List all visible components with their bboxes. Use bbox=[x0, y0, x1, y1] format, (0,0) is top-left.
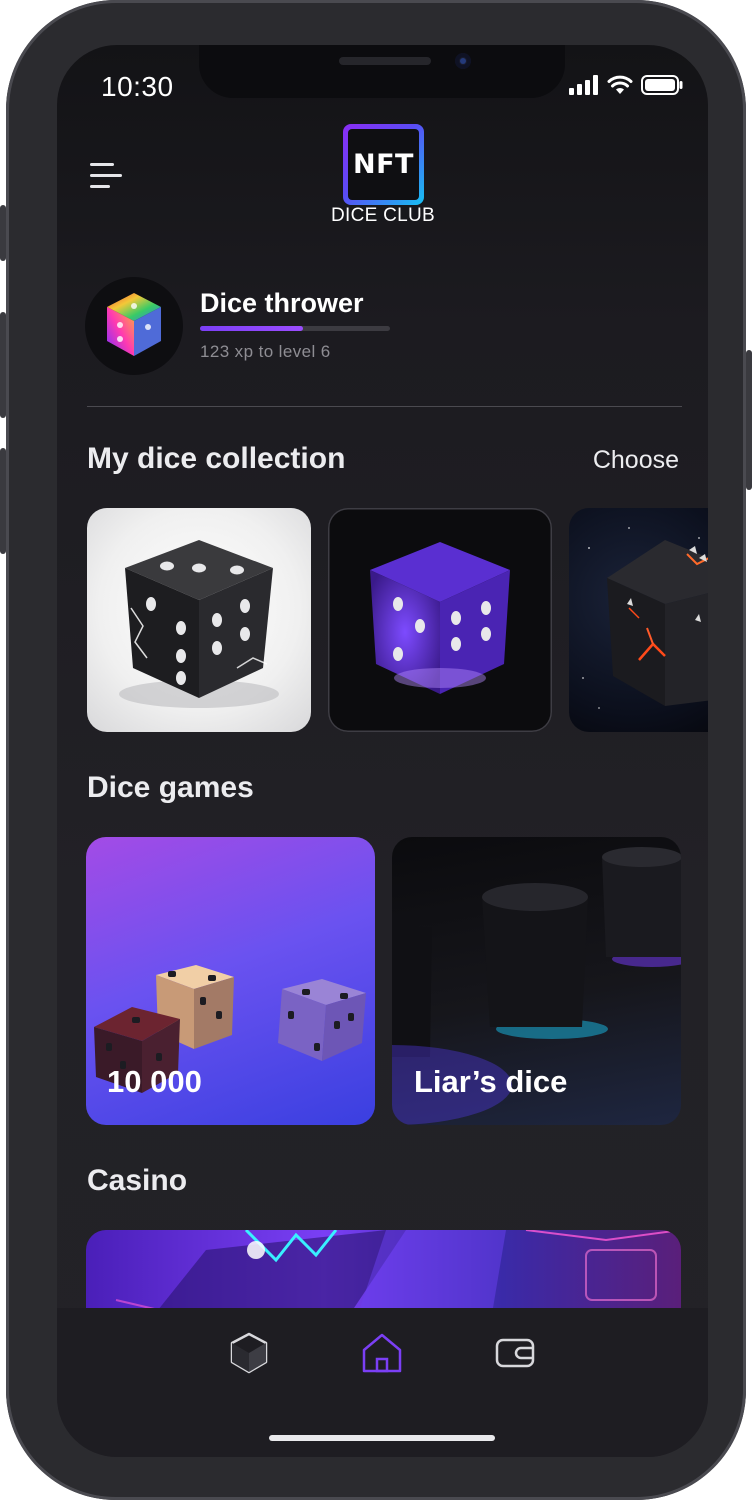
app-screen: 10:30 NFT DICE CLUB Dice thrower 123 xp … bbox=[57, 45, 708, 1457]
dice-card-black-marble[interactable] bbox=[87, 508, 311, 732]
choose-button[interactable]: Choose bbox=[593, 446, 679, 475]
signal-icon bbox=[569, 75, 598, 95]
logo-subtitle: DICE CLUB bbox=[330, 205, 436, 226]
black-marble-dice-icon bbox=[119, 540, 279, 708]
wifi-icon bbox=[607, 75, 633, 94]
avatar[interactable] bbox=[85, 277, 183, 375]
game-card-10000[interactable]: 10 000 bbox=[86, 837, 375, 1125]
games-title: Dice games bbox=[87, 771, 254, 804]
volume-up-button bbox=[0, 312, 6, 418]
status-time: 10:30 bbox=[101, 71, 174, 102]
game-label-liars-dice: Liar’s dice bbox=[414, 1064, 568, 1099]
notch bbox=[199, 45, 565, 98]
xp-progress-bar bbox=[200, 326, 390, 331]
dice-card-lava-crack[interactable] bbox=[569, 508, 708, 732]
nav-home-button[interactable] bbox=[360, 1331, 404, 1375]
game-label-10000: 10 000 bbox=[107, 1064, 202, 1099]
xp-text: 123 xp to level 6 bbox=[200, 342, 331, 361]
menu-button[interactable] bbox=[90, 155, 122, 189]
front-camera bbox=[455, 53, 471, 69]
profile-name: Dice thrower bbox=[200, 288, 364, 318]
casino-title: Casino bbox=[87, 1164, 188, 1197]
menu-line bbox=[90, 185, 110, 188]
power-button bbox=[746, 350, 752, 490]
volume-down-button bbox=[0, 448, 6, 554]
home-icon bbox=[362, 1333, 402, 1373]
rainbow-dice-avatar-icon bbox=[107, 293, 161, 356]
cube-icon bbox=[230, 1332, 268, 1374]
game-card-liars-dice[interactable]: Liar’s dice bbox=[392, 837, 681, 1125]
status-icons bbox=[569, 75, 683, 95]
divider bbox=[87, 406, 682, 407]
menu-line bbox=[90, 163, 114, 166]
nav-collection-button[interactable] bbox=[227, 1331, 271, 1375]
logo-text: NFT bbox=[353, 149, 414, 180]
app-logo: NFT bbox=[343, 124, 424, 205]
home-indicator[interactable] bbox=[269, 1435, 495, 1441]
phone-frame: 10:30 NFT DICE CLUB Dice thrower 123 xp … bbox=[0, 0, 752, 1500]
mute-switch bbox=[0, 205, 6, 261]
battery-icon bbox=[641, 75, 683, 95]
wallet-icon bbox=[495, 1338, 535, 1368]
purple-glow-dice-icon bbox=[370, 542, 510, 694]
lava-crack-dice-icon bbox=[582, 527, 708, 709]
dice-card-purple-glow[interactable] bbox=[328, 508, 552, 732]
xp-progress-fill bbox=[200, 326, 303, 331]
collection-title: My dice collection bbox=[87, 442, 346, 475]
menu-line bbox=[90, 174, 122, 177]
earpiece bbox=[339, 57, 431, 65]
nav-wallet-button[interactable] bbox=[493, 1331, 537, 1375]
